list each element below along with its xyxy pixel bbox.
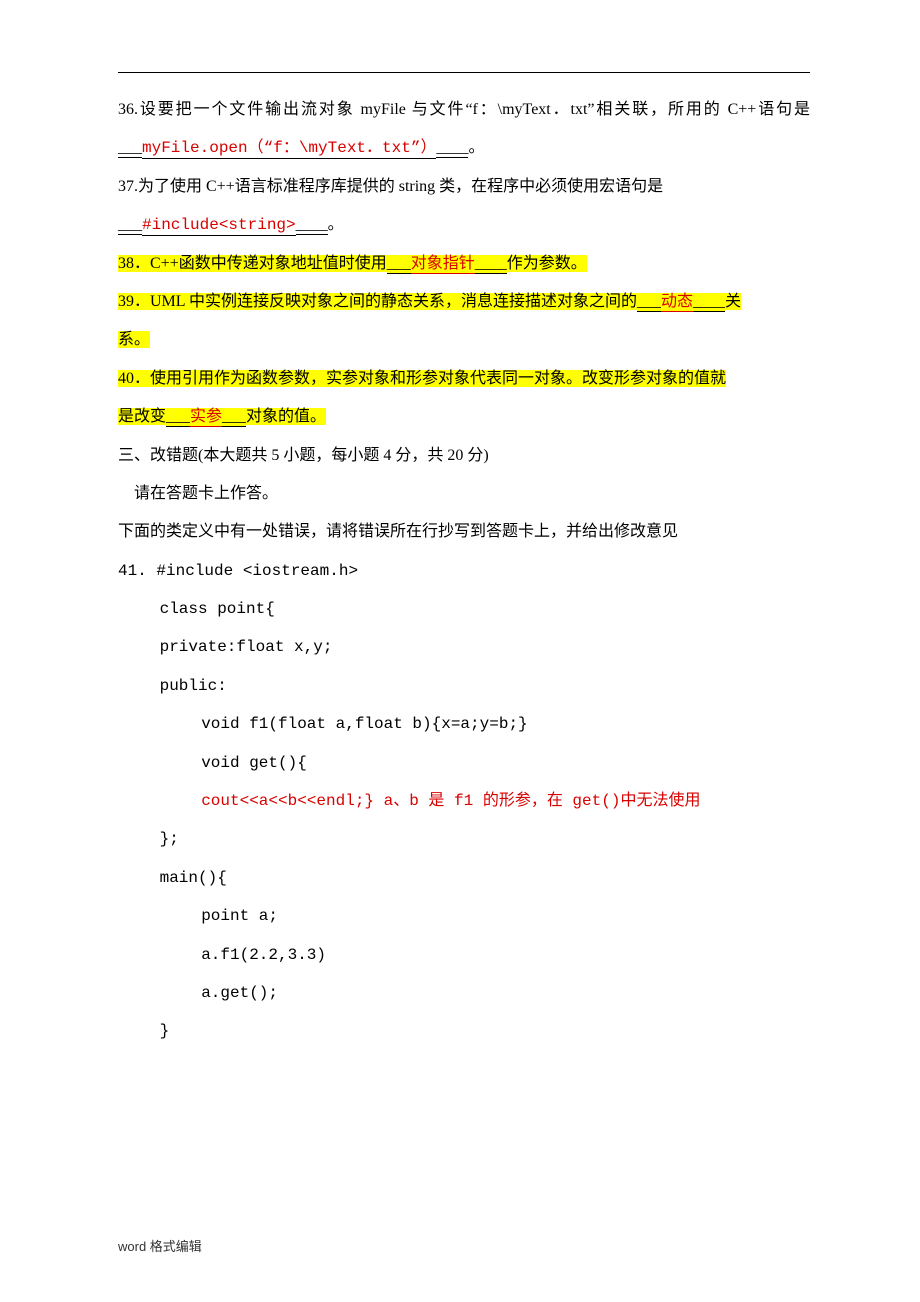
q41-line-12: a.get(); [118, 974, 810, 1012]
q36-answer: myFile.open（“f：\myText．txt”） [142, 139, 436, 159]
q41-line-5: void f1(float a,float b){x=a;y=b;} [118, 705, 810, 743]
blank: ___ [166, 408, 190, 427]
q37-answer: #include<string> [142, 216, 296, 236]
section-3-desc: 下面的类定义中有一处错误，请将错误所在行抄写到答题卡上，并给出修改意见 [118, 513, 810, 551]
dot: · [611, 0, 614, 10]
blank: ___ [118, 139, 142, 158]
dot: · [0, 0, 3, 10]
document-body: 36.设要把一个文件输出流对象 myFile 与文件“f：\myText．txt… [118, 91, 810, 1051]
q39-text: 39．UML 中实例连接反映对象之间的静态关系，消息连接描述对象之间的 [118, 293, 637, 310]
question-40-line1: 40．使用引用作为函数参数，实参对象和形参对象代表同一对象。改变形参对象的值就 [118, 360, 810, 398]
dot: · [917, 0, 920, 10]
q40-text: 40．使用引用作为函数参数，实参对象和形参对象代表同一对象。改变形参对象的值就 [118, 370, 726, 387]
blank: ___ [118, 216, 142, 235]
footer-text: word 格式编辑 [118, 1231, 202, 1262]
q36-text: 36.设要把一个文件输出流对象 myFile 与文件“f：\myText．txt… [118, 101, 810, 118]
question-38: 38．C++函数中传递对象地址值时使用___对象指针____作为参数。 [118, 245, 810, 283]
dot: · [306, 0, 309, 10]
q41-line-13: } [118, 1012, 810, 1050]
page: · · · · 36.设要把一个文件输出流对象 myFile 与文件“f：\my… [0, 0, 920, 1302]
question-39-line2: 系。 [118, 321, 810, 359]
q41-line-10: point a; [118, 897, 810, 935]
blank: ___ [387, 255, 411, 274]
q41-line-4: public: [118, 667, 810, 705]
q39-answer: 动态 [661, 293, 693, 312]
header-rule [118, 72, 810, 73]
q40-post: 对象的值。 [246, 408, 326, 425]
period: 。 [328, 216, 344, 233]
q41-line-3: private:float x,y; [118, 628, 810, 666]
blank: ____ [693, 293, 725, 312]
blank: ____ [475, 255, 507, 274]
q41-line-1: 41. #include <iostream.h> [118, 552, 810, 590]
question-36: 36.设要把一个文件输出流对象 myFile 与文件“f：\myText．txt… [118, 91, 810, 168]
q37-text: 37.为了使用 C++语言标准程序库提供的 string 类，在程序中必须使用宏… [118, 178, 663, 195]
q38-text: 38．C++函数中传递对象地址值时使用 [118, 255, 387, 272]
section-3-note: 请在答题卡上作答。 [118, 475, 810, 513]
q41-line-6: void get(){ [118, 744, 810, 782]
question-37-line2: ___#include<string>____。 [118, 206, 810, 244]
q41-line-7: cout<<a<<b<<endl;} a、b 是 f1 的形参，在 get()中… [118, 782, 810, 820]
q41-line-9: main(){ [118, 859, 810, 897]
q39-post2: 系。 [118, 331, 150, 348]
section-3-title: 三、改错题(本大题共 5 小题，每小题 4 分，共 20 分) [118, 437, 810, 475]
q41-line-8: }; [118, 820, 810, 858]
header-dots: · · · · [0, 0, 920, 10]
blank: ____ [296, 216, 328, 235]
q38-post: 作为参数。 [507, 255, 587, 272]
q40-answer: 实参 [190, 408, 222, 427]
question-39-line1: 39．UML 中实例连接反映对象之间的静态关系，消息连接描述对象之间的___动态… [118, 283, 810, 321]
q41-line-2: class point{ [118, 590, 810, 628]
q40-pre2: 是改变 [118, 408, 166, 425]
blank: ___ [222, 408, 246, 427]
q39-post1: 关 [725, 293, 741, 310]
blank: ___ [637, 293, 661, 312]
question-40-line2: 是改变___实参___对象的值。 [118, 398, 810, 436]
blank: ____ [436, 139, 468, 158]
question-37: 37.为了使用 C++语言标准程序库提供的 string 类，在程序中必须使用宏… [118, 168, 810, 206]
q38-answer: 对象指针 [411, 255, 475, 274]
q41-line-11: a.f1(2.2,3.3) [118, 936, 810, 974]
period: 。 [468, 139, 484, 156]
